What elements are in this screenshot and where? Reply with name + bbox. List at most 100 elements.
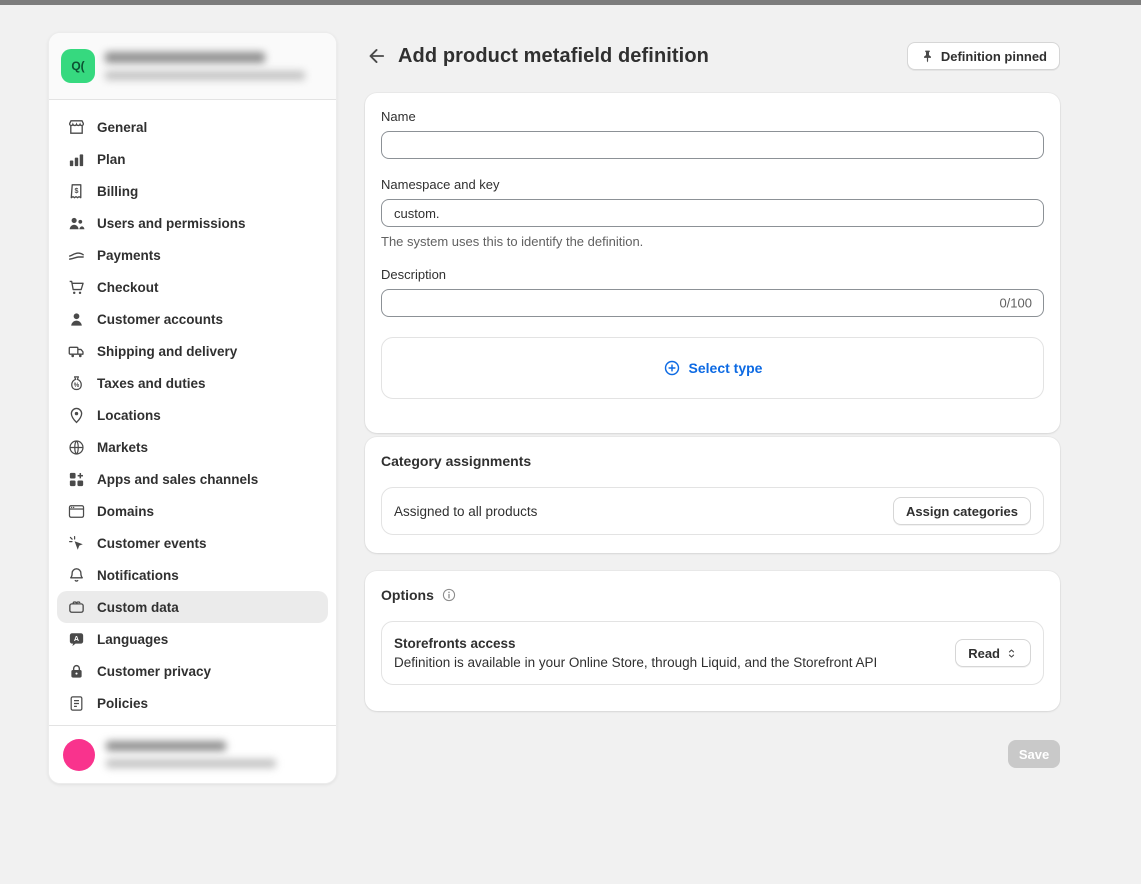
category-assignment-row: Assigned to all products Assign categori… xyxy=(381,487,1044,535)
user-account-footer[interactable] xyxy=(49,725,336,783)
translate-icon: A xyxy=(67,630,86,649)
payments-icon xyxy=(67,246,86,265)
page-title: Add product metafield definition xyxy=(398,45,709,68)
namespace-help-text: The system uses this to identify the def… xyxy=(381,234,1044,249)
sidebar-item-customer-privacy[interactable]: Customer privacy xyxy=(57,655,328,687)
sidebar-item-taxes-duties[interactable]: % Taxes and duties xyxy=(57,367,328,399)
select-type-button[interactable]: Select type xyxy=(381,337,1044,399)
settings-menu: General Plan $ Billing Users and permiss… xyxy=(49,100,336,725)
settings-sidebar: Q( General Plan $ Billing xyxy=(48,32,337,784)
cart-icon xyxy=(67,278,86,297)
users-icon xyxy=(67,214,86,233)
store-identity xyxy=(105,52,305,80)
sidebar-item-label: Customer privacy xyxy=(97,664,211,679)
category-assignments-card: Category assignments Assigned to all pro… xyxy=(365,437,1060,553)
sidebar-item-label: Taxes and duties xyxy=(97,376,206,391)
sidebar-item-general[interactable]: General xyxy=(57,111,328,143)
sidebar-item-payments[interactable]: Payments xyxy=(57,239,328,271)
bell-icon xyxy=(67,566,86,585)
custom-data-icon xyxy=(67,598,86,617)
info-icon[interactable] xyxy=(441,587,457,603)
description-label: Description xyxy=(381,267,1044,282)
sidebar-item-label: Customer events xyxy=(97,536,207,551)
sidebar-item-label: Shipping and delivery xyxy=(97,344,237,359)
store-name-redacted xyxy=(105,52,265,63)
browser-icon xyxy=(67,502,86,521)
sidebar-item-label: Users and permissions xyxy=(97,216,246,231)
store-header[interactable]: Q( xyxy=(49,33,336,100)
definition-pinned-button[interactable]: Definition pinned xyxy=(907,42,1060,70)
pinned-button-label: Definition pinned xyxy=(941,49,1047,64)
sidebar-item-plan[interactable]: Plan xyxy=(57,143,328,175)
storefronts-access-title: Storefronts access xyxy=(394,636,877,651)
map-pin-icon xyxy=(67,406,86,425)
sidebar-item-label: Domains xyxy=(97,504,154,519)
sidebar-item-customer-events[interactable]: Customer events xyxy=(57,527,328,559)
sidebar-item-custom-data[interactable]: Custom data xyxy=(57,591,328,623)
sidebar-item-markets[interactable]: Markets xyxy=(57,431,328,463)
user-name-redacted xyxy=(106,741,226,751)
apps-grid-icon xyxy=(67,470,86,489)
truck-icon xyxy=(67,342,86,361)
pin-icon xyxy=(920,49,935,64)
store-domain-redacted xyxy=(105,71,305,80)
sidebar-item-customer-accounts[interactable]: Customer accounts xyxy=(57,303,328,335)
name-label: Name xyxy=(381,109,1044,124)
updown-chevrons-icon xyxy=(1005,647,1018,660)
options-card: Options Storefronts access Definition is… xyxy=(365,571,1060,711)
sidebar-item-locations[interactable]: Locations xyxy=(57,399,328,431)
sidebar-item-label: Policies xyxy=(97,696,148,711)
sidebar-item-label: Checkout xyxy=(97,280,159,295)
description-input[interactable] xyxy=(381,289,1044,317)
svg-text:$: $ xyxy=(75,187,79,195)
sidebar-item-label: Custom data xyxy=(97,600,179,615)
lock-icon xyxy=(67,662,86,681)
plan-icon xyxy=(67,150,86,169)
save-button[interactable]: Save xyxy=(1008,740,1060,768)
sidebar-item-label: Billing xyxy=(97,184,138,199)
namespace-key-input[interactable] xyxy=(381,199,1044,227)
select-type-label: Select type xyxy=(689,360,763,376)
globe-icon xyxy=(67,438,86,457)
sidebar-item-label: Plan xyxy=(97,152,126,167)
storefronts-access-select[interactable]: Read xyxy=(955,639,1031,667)
storefronts-access-row: Storefronts access Definition is availab… xyxy=(381,621,1044,685)
person-icon xyxy=(67,310,86,329)
sidebar-item-domains[interactable]: Domains xyxy=(57,495,328,527)
sidebar-item-languages[interactable]: A Languages xyxy=(57,623,328,655)
sidebar-item-label: Notifications xyxy=(97,568,179,583)
sidebar-item-users-permissions[interactable]: Users and permissions xyxy=(57,207,328,239)
sidebar-item-billing[interactable]: $ Billing xyxy=(57,175,328,207)
sidebar-item-label: Markets xyxy=(97,440,148,455)
svg-text:A: A xyxy=(74,635,79,643)
storefronts-access-value: Read xyxy=(968,646,1000,661)
svg-text:%: % xyxy=(74,381,80,388)
back-arrow-icon[interactable] xyxy=(365,45,387,67)
sidebar-item-label: General xyxy=(97,120,147,135)
user-email-redacted xyxy=(106,759,276,768)
sidebar-item-label: Languages xyxy=(97,632,168,647)
assign-categories-button[interactable]: Assign categories xyxy=(893,497,1031,525)
options-card-title: Options xyxy=(381,587,434,603)
top-window-strip xyxy=(0,0,1141,5)
sidebar-item-notifications[interactable]: Notifications xyxy=(57,559,328,591)
namespace-label: Namespace and key xyxy=(381,177,1044,192)
user-identity xyxy=(106,741,276,768)
sidebar-item-shipping-delivery[interactable]: Shipping and delivery xyxy=(57,335,328,367)
sidebar-item-label: Locations xyxy=(97,408,161,423)
billing-icon: $ xyxy=(67,182,86,201)
sidebar-item-policies[interactable]: Policies xyxy=(57,687,328,719)
sidebar-item-label: Apps and sales channels xyxy=(97,472,258,487)
document-icon xyxy=(67,694,86,713)
page-header: Add product metafield definition Definit… xyxy=(365,41,1060,71)
description-char-counter: 0/100 xyxy=(999,296,1032,311)
name-input[interactable] xyxy=(381,131,1044,159)
store-avatar: Q( xyxy=(61,49,95,83)
user-avatar xyxy=(63,739,95,771)
sidebar-item-label: Customer accounts xyxy=(97,312,223,327)
plus-circle-icon xyxy=(663,359,681,377)
money-bag-icon: % xyxy=(67,374,86,393)
sidebar-item-checkout[interactable]: Checkout xyxy=(57,271,328,303)
sidebar-item-apps-sales-channels[interactable]: Apps and sales channels xyxy=(57,463,328,495)
definition-form-card: Name Namespace and key The system uses t… xyxy=(365,93,1060,433)
